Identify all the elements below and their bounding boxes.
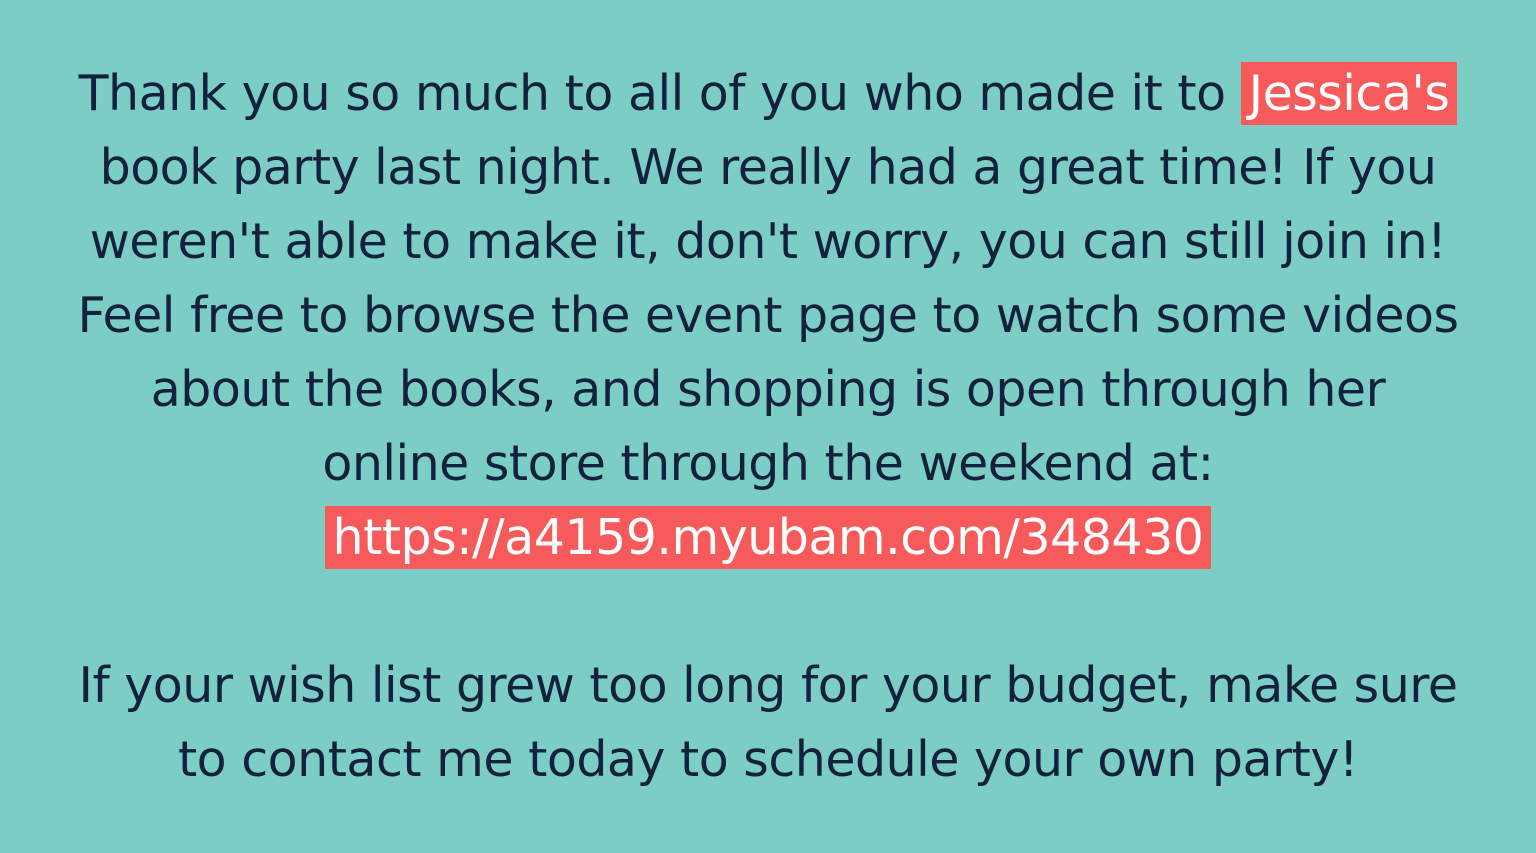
message-line-9: to contact me today to schedule your own… bbox=[177, 731, 1359, 788]
store-link[interactable]: https://a4159.myubam.com/348430 bbox=[324, 506, 1212, 569]
message-line-7: https://a4159.myubam.com/348430 bbox=[0, 501, 1536, 575]
host-name-highlight: Jessica's bbox=[1240, 62, 1458, 125]
message-line-1: Thank you so much to all of you who made… bbox=[0, 57, 1536, 131]
message-line-6: online store through the weekend at: bbox=[322, 435, 1214, 492]
message-line-2: book party last night. We really had a g… bbox=[99, 139, 1437, 196]
message-line-8: If your wish list grew too long for your… bbox=[78, 657, 1458, 714]
message-card: Thank you so much to all of you who made… bbox=[0, 0, 1536, 853]
message-line-3: weren't able to make it, don't worry, yo… bbox=[89, 213, 1447, 270]
message-line-4: Feel free to browse the event page to wa… bbox=[77, 287, 1460, 344]
message-text: Thank you so much to all of you who made… bbox=[78, 65, 1241, 122]
message-line-5: about the books, and shopping is open th… bbox=[150, 361, 1386, 418]
